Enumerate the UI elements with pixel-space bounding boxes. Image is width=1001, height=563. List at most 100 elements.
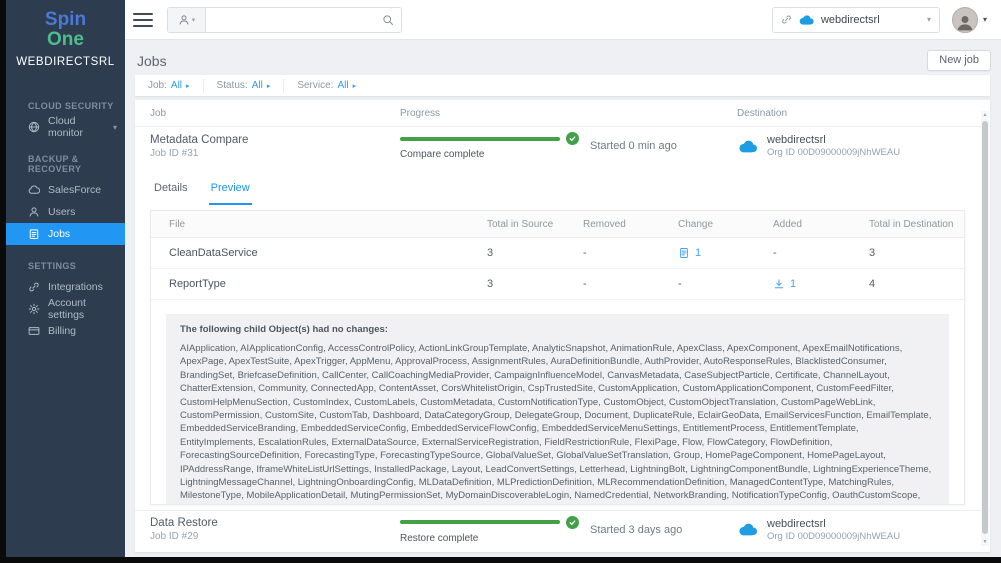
sidebar-item-users[interactable]: Users	[6, 201, 125, 223]
preview-table-header: File Total in Source Removed Change Adde…	[151, 211, 964, 238]
chevron-down-icon: ▾	[112, 122, 117, 132]
column-header-progress: Progress	[400, 107, 441, 119]
logo-text-one: One	[47, 29, 84, 50]
new-job-button[interactable]: New job	[927, 50, 991, 71]
jobs-table-card: Job Progress Destination Metadata Compar…	[135, 100, 990, 552]
section-header-backup-recovery: BACKUP & RECOVERY	[28, 154, 82, 174]
user-icon	[29, 207, 39, 217]
job-started: Started 0 min ago	[590, 140, 677, 152]
vertical-scrollbar[interactable]: ▲ ▼	[981, 111, 989, 546]
filter-status[interactable]: Status: All ▸	[204, 78, 285, 93]
sidebar-item-label: Billing	[48, 325, 77, 337]
column-header-destination: Destination	[737, 107, 788, 119]
tab-details[interactable]: Details	[152, 170, 190, 205]
added-count: 1	[790, 278, 797, 290]
filter-label: Service:	[297, 80, 334, 91]
caret-right-icon: ▸	[186, 82, 190, 90]
sidebar-item-label: Users	[48, 206, 76, 218]
content-area: Jobs New job Job: All ▸ Status: All ▸ Se…	[125, 40, 1001, 557]
search-input[interactable]	[206, 13, 375, 26]
file-name: ReportType	[169, 278, 226, 290]
progress-status: Restore complete	[400, 532, 479, 544]
total-in-source: 3	[487, 278, 494, 290]
sidebar-item-integrations[interactable]: Integrations	[6, 276, 125, 298]
added-link[interactable]: 1	[773, 278, 869, 290]
sidebar-org-name: WEBDIRECTSRL	[16, 56, 115, 68]
job-name: Data Restore	[150, 517, 218, 529]
sidebar-item-label: Jobs	[48, 228, 71, 240]
sidebar-item-cloud-monitor[interactable]: Cloud monitor ▾	[6, 115, 125, 139]
scroll-up-icon[interactable]: ▲	[981, 111, 989, 119]
spinone-logo[interactable]: Spin One	[6, 10, 125, 50]
progress-status: Compare complete	[400, 149, 485, 160]
no-changes-box: The following child Object(s) had no cha…	[166, 314, 949, 504]
check-circle-icon	[566, 132, 579, 145]
no-changes-heading: The following child Object(s) had no cha…	[180, 324, 388, 335]
search-scope-selector[interactable]: ▾	[168, 7, 206, 32]
job-id: Job ID #29	[150, 531, 199, 542]
sidebar-item-label: Cloud monitor	[48, 115, 84, 139]
screen: Spin One WEBDIRECTSRL CLOUD SECURITY Clo…	[0, 0, 1001, 563]
cloud-icon	[28, 185, 40, 194]
scrollbar-thumb[interactable]	[982, 121, 988, 534]
user-menu[interactable]: ▾	[951, 6, 987, 33]
org-selector-label: webdirectsrl	[820, 13, 880, 26]
salesforce-cloud-icon	[799, 14, 814, 25]
filter-job[interactable]: Job: All ▸	[135, 78, 204, 93]
app-window: Spin One WEBDIRECTSRL CLOUD SECURITY Clo…	[6, 0, 1001, 557]
file-change-icon	[680, 248, 688, 258]
column-header-removed: Removed	[583, 218, 626, 230]
person-icon	[957, 15, 973, 30]
chevron-down-icon: ▾	[191, 16, 196, 24]
sidebar-item-billing[interactable]: Billing	[6, 320, 125, 342]
sidebar-item-salesforce[interactable]: SalesForce	[6, 179, 125, 201]
tab-preview[interactable]: Preview	[208, 170, 252, 205]
job-destination-cell: webdirectsrl Org ID 00D09000009jNhWEAU	[737, 134, 990, 158]
job-destination-cell: webdirectsrl Org ID 00D09000009jNhWEAU	[737, 518, 990, 542]
gear-icon	[28, 303, 40, 315]
progress-bar	[400, 520, 560, 524]
filter-value: All	[337, 80, 349, 91]
sidebar-item-label: Integrations	[48, 281, 103, 293]
destination-org-id: Org ID 00D09000009jNhWEAU	[767, 530, 901, 542]
topbar-right: webdirectsrl ▾ ▾	[771, 6, 987, 33]
search-icon[interactable]	[375, 14, 401, 26]
topbar: ▾ webdirectsrl ▾ ▾	[125, 0, 1001, 40]
link-icon	[29, 282, 39, 292]
chevron-down-icon: ▾	[926, 15, 931, 24]
no-changes-body: AIApplication, AIApplicationConfig, Acce…	[180, 343, 932, 504]
filter-service[interactable]: Service: All ▸	[284, 79, 369, 93]
search-box: ▾	[167, 6, 402, 33]
removed-count: -	[583, 247, 587, 259]
table-row: ReportType 3 - - 1 4	[151, 269, 964, 300]
globe-icon	[28, 121, 40, 133]
job-name-cell: Data Restore Job ID #29	[150, 517, 400, 542]
scroll-down-icon[interactable]: ▼	[981, 538, 989, 546]
file-name: CleanDataService	[169, 247, 258, 259]
jobs-icon	[29, 229, 39, 239]
table-row: CleanDataService 3 - 1 - 3	[151, 238, 964, 269]
sidebar-item-account-settings[interactable]: Account settings	[6, 297, 125, 321]
column-header-total-in-destination: Total in Destination	[869, 218, 954, 230]
removed-count: -	[583, 278, 587, 290]
change-link[interactable]: 1	[678, 247, 773, 259]
salesforce-cloud-icon	[739, 523, 757, 536]
filter-value: All	[251, 80, 263, 91]
caret-right-icon: ▸	[266, 82, 271, 90]
sidebar: Spin One WEBDIRECTSRL CLOUD SECURITY Clo…	[6, 0, 125, 557]
total-in-source: 3	[487, 247, 494, 259]
job-started: Started 3 days ago	[590, 523, 683, 536]
total-in-destination: 4	[869, 278, 876, 290]
download-icon	[774, 279, 784, 289]
column-header-file: File	[169, 218, 186, 230]
hamburger-menu-icon[interactable]	[133, 12, 153, 27]
job-row-metadata-compare[interactable]: Metadata Compare Job ID #31 Compare comp…	[135, 127, 990, 165]
job-row-data-restore[interactable]: Data Restore Job ID #29 Restore complete…	[135, 510, 990, 548]
column-header-total-in-source: Total in Source	[487, 218, 554, 230]
progress-bar	[400, 136, 560, 141]
filter-label: Status:	[216, 80, 248, 91]
sidebar-item-jobs[interactable]: Jobs	[6, 223, 125, 245]
avatar	[951, 6, 978, 33]
org-selector-dropdown[interactable]: webdirectsrl ▾	[771, 6, 940, 33]
column-header-job: Job	[150, 107, 167, 119]
